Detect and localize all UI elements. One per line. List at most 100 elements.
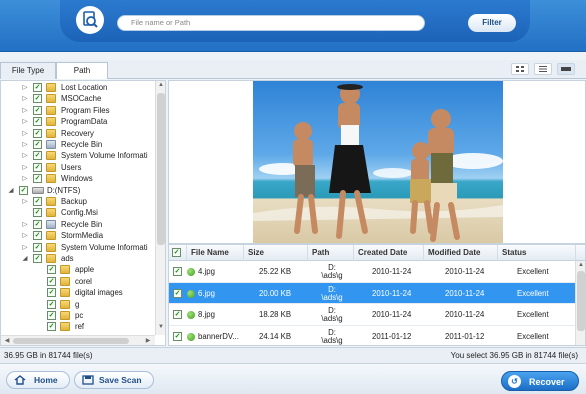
tree-checkbox[interactable]: ✓: [33, 117, 42, 127]
tree-item[interactable]: ◢ ✓ ads: [1, 253, 165, 264]
tree-item[interactable]: ▷ ✓ ProgramData: [1, 116, 165, 127]
scroll-down-icon[interactable]: ▼: [156, 324, 165, 330]
recycle-bin-icon: [46, 140, 56, 149]
detail-view-icon[interactable]: [557, 63, 575, 75]
expand-arrow-icon[interactable]: ▷: [21, 116, 29, 127]
tree-checkbox[interactable]: ✓: [33, 231, 42, 241]
tree-item[interactable]: ▷ ✓ System Volume Informati: [1, 150, 165, 161]
expand-arrow-icon[interactable]: ▷: [21, 173, 29, 184]
expand-arrow-icon[interactable]: ▷: [21, 128, 29, 139]
row-checkbox[interactable]: ✓: [173, 267, 182, 276]
expand-arrow-icon[interactable]: ▷: [21, 242, 29, 253]
save-scan-button[interactable]: Save Scan: [74, 371, 154, 389]
cell-path: D: \ads\g: [313, 261, 351, 283]
tree-item[interactable]: ▷ ✓ Windows: [1, 173, 165, 184]
header-status[interactable]: Status: [498, 245, 576, 261]
tree-checkbox[interactable]: ✓: [47, 265, 56, 275]
table-vertical-scrollbar[interactable]: ▲: [575, 261, 585, 345]
tree-checkbox[interactable]: ✓: [33, 162, 42, 172]
tree-item[interactable]: ▷ ✓ Lost Location: [1, 82, 165, 93]
table-row[interactable]: ✓ bannerDV... 24.14 KB D: \ads\g 2011-01-12 20…: [169, 326, 585, 346]
tree-checkbox[interactable]: ✓: [47, 276, 56, 286]
tree-item[interactable]: ▷ ✓ Users: [1, 162, 165, 173]
row-checkbox[interactable]: ✓: [173, 310, 182, 319]
list-view-icon[interactable]: [534, 63, 552, 75]
tree-item[interactable]: ◢ ✓ D:(NTFS): [1, 185, 165, 196]
header-modified-date[interactable]: Modified Date: [424, 245, 498, 261]
tree-item[interactable]: ✓ ref: [1, 321, 165, 332]
tree-item[interactable]: ✓ digital images: [1, 287, 165, 298]
tree-checkbox[interactable]: ✓: [33, 140, 42, 149]
table-row[interactable]: ✓ 8.jpg 18.28 KB D: \ads\g 2010-11-24 2010-11-…: [169, 304, 585, 326]
tree-horizontal-scrollbar[interactable]: ◀ ▶: [1, 335, 155, 345]
scroll-left-icon[interactable]: ◀: [2, 337, 12, 344]
expand-arrow-icon[interactable]: ▷: [21, 196, 29, 207]
tree-item[interactable]: ▷ ✓ System Volume Informati: [1, 242, 165, 253]
tree-item[interactable]: ▷ ✓ Recycle Bin: [1, 219, 165, 230]
expand-arrow-icon[interactable]: ▷: [21, 105, 29, 116]
tree-checkbox[interactable]: ✓: [33, 197, 42, 206]
expand-arrow-icon[interactable]: ▷: [21, 219, 29, 230]
scroll-up-icon[interactable]: ▲: [576, 262, 585, 268]
tree-checkbox[interactable]: ✓: [33, 83, 42, 92]
recover-button[interactable]: ↺ Recover: [501, 371, 579, 391]
table-row[interactable]: ✓ 6.jpg 20.00 KB D: \ads\g 2010-11-24 2010-11-…: [169, 282, 585, 304]
search-input[interactable]: File name or Path: [117, 15, 425, 31]
expand-arrow-icon[interactable]: ◢: [21, 253, 29, 264]
tree-item[interactable]: ▷ ✓ Recovery: [1, 128, 165, 139]
tree-checkbox[interactable]: ✓: [47, 311, 56, 320]
tab-file-type[interactable]: File Type: [0, 62, 56, 79]
folder-icon: [46, 128, 56, 138]
header-size[interactable]: Size: [244, 245, 308, 261]
expand-arrow-icon[interactable]: ▷: [21, 230, 29, 241]
scroll-right-icon[interactable]: ▶: [143, 337, 153, 344]
tree-checkbox[interactable]: ✓: [33, 208, 42, 218]
tree-checkbox[interactable]: ✓: [33, 174, 42, 184]
tree-checkbox[interactable]: ✓: [33, 151, 42, 161]
tree-item[interactable]: ✓ corel: [1, 276, 165, 287]
folder-icon: [60, 288, 70, 298]
tree-vertical-scrollbar[interactable]: ▲ ▼: [155, 81, 165, 335]
tree-item-label: Recycle Bin: [61, 140, 103, 149]
tree-item[interactable]: ✓ apple: [1, 264, 165, 275]
tree-checkbox[interactable]: ✓: [33, 128, 42, 138]
expand-arrow-icon[interactable]: ▷: [21, 82, 29, 93]
header-created-date[interactable]: Created Date: [354, 245, 424, 261]
thumbnail-view-icon[interactable]: [511, 63, 529, 75]
tree-checkbox[interactable]: ✓: [47, 299, 56, 309]
expand-arrow-icon[interactable]: ▷: [21, 139, 29, 150]
tree-checkbox[interactable]: ✓: [33, 219, 42, 229]
header-path[interactable]: Path: [308, 245, 354, 261]
table-row[interactable]: ✓ 4.jpg 25.22 KB D: \ads\g 2010-11-24 2010-11-…: [169, 261, 585, 283]
tree-scroll-thumb[interactable]: [157, 93, 165, 245]
tree-item[interactable]: ▷ ✓ MSOCache: [1, 93, 165, 104]
tree-item[interactable]: ▷ ✓ Program Files: [1, 105, 165, 116]
expand-arrow-icon[interactable]: ▷: [21, 150, 29, 161]
filter-button[interactable]: Filter: [468, 14, 516, 32]
tree-item[interactable]: ▷ ✓ Backup: [1, 196, 165, 207]
tree-item[interactable]: ✓ Config.Msi: [1, 207, 165, 218]
scroll-up-icon[interactable]: ▲: [156, 82, 165, 88]
tree-checkbox[interactable]: ✓: [47, 322, 56, 332]
expand-arrow-icon[interactable]: ▷: [21, 93, 29, 104]
tree-item[interactable]: ▷ ✓ Recycle Bin: [1, 139, 165, 150]
header-file-name[interactable]: File Name: [187, 245, 244, 261]
tab-path[interactable]: Path: [56, 62, 108, 79]
row-checkbox[interactable]: ✓: [173, 331, 182, 341]
expand-arrow-icon[interactable]: ▷: [21, 162, 29, 173]
table-scroll-thumb[interactable]: [577, 271, 585, 331]
tree-hscroll-thumb[interactable]: [13, 338, 129, 344]
expand-arrow-icon[interactable]: ◢: [7, 185, 15, 196]
tree-checkbox[interactable]: ✓: [47, 288, 56, 298]
row-checkbox[interactable]: ✓: [173, 288, 182, 298]
tree-checkbox[interactable]: ✓: [33, 242, 42, 252]
tree-checkbox[interactable]: ✓: [19, 185, 28, 195]
tree-item[interactable]: ✓ g: [1, 299, 165, 310]
tree-item[interactable]: ✓ pc: [1, 310, 165, 321]
select-all-checkbox[interactable]: ✓: [169, 245, 187, 261]
tree-checkbox[interactable]: ✓: [33, 254, 42, 263]
tree-checkbox[interactable]: ✓: [33, 94, 42, 104]
tree-item[interactable]: ▷ ✓ StormMedia: [1, 230, 165, 241]
home-button[interactable]: Home: [6, 371, 70, 389]
tree-checkbox[interactable]: ✓: [33, 105, 42, 115]
